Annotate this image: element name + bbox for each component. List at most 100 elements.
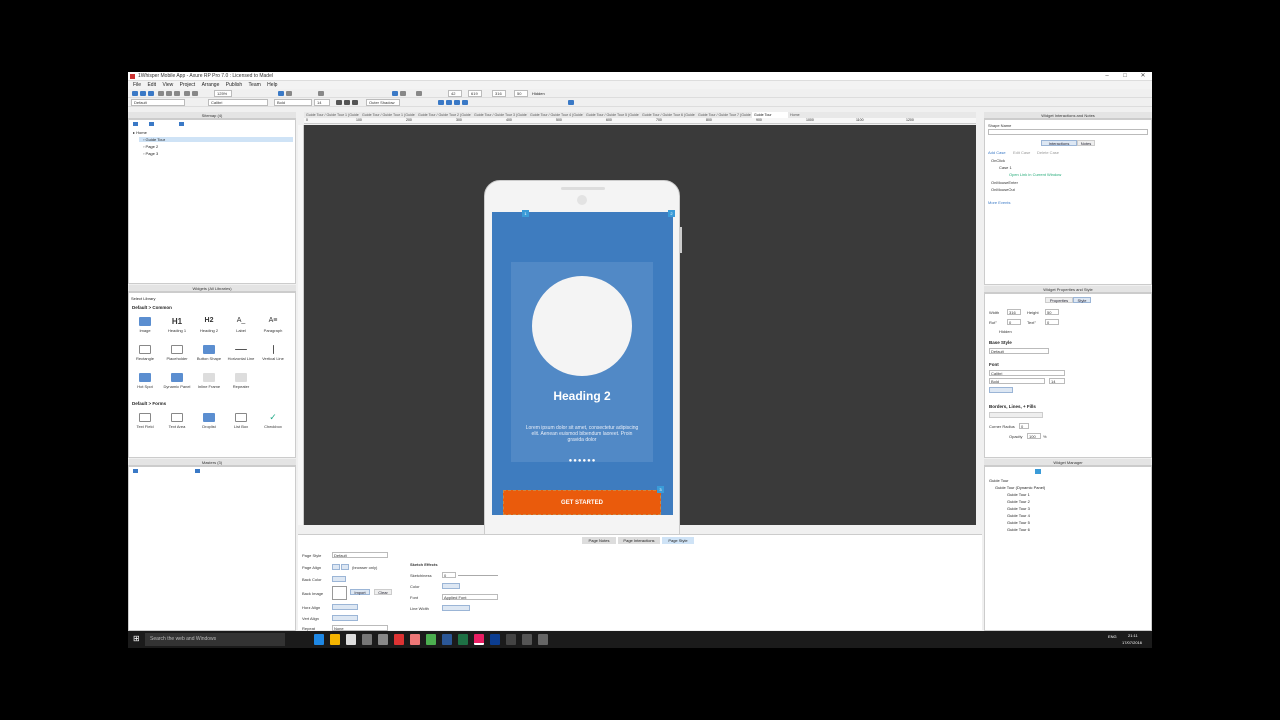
redo-icon[interactable]: [192, 91, 198, 96]
weight-select[interactable]: Bold: [274, 99, 312, 106]
paste-icon[interactable]: [174, 91, 180, 96]
back-color-picker[interactable]: [332, 576, 346, 582]
distribute-icon[interactable]: [462, 100, 468, 105]
widget-image[interactable]: Image: [129, 315, 161, 339]
clear-button[interactable]: Clear: [374, 589, 392, 595]
menu-project[interactable]: Project: [180, 81, 196, 89]
color-toggle[interactable]: [442, 583, 460, 589]
sketchiness-field[interactable]: 0: [442, 572, 456, 578]
app-icon[interactable]: [506, 634, 516, 645]
language-indicator[interactable]: ENG: [1108, 634, 1117, 639]
widget-text-area[interactable]: Text Area: [161, 411, 193, 435]
tab-page-interactions[interactable]: Page Interactions: [618, 537, 660, 544]
base-style-select[interactable]: Default: [989, 348, 1049, 354]
new-icon[interactable]: [132, 91, 138, 96]
italic-icon[interactable]: [344, 100, 350, 105]
tab-interactions[interactable]: Interactions: [1041, 140, 1077, 146]
menu-help[interactable]: Help: [267, 81, 277, 89]
height-field[interactable]: 50: [1045, 309, 1059, 315]
widget-text-field[interactable]: Text Field: [129, 411, 161, 435]
edit-case-link[interactable]: Edit Case: [1013, 150, 1030, 155]
event-onclick[interactable]: OnClick: [991, 158, 1005, 163]
app-icon[interactable]: [538, 634, 548, 645]
event-onmouseenter[interactable]: OnMouseEnter: [991, 180, 1018, 185]
widget-heading1[interactable]: H1 Heading 1: [161, 315, 193, 339]
line-width-buttons[interactable]: [442, 605, 470, 611]
widget-placeholder[interactable]: Placeholder: [161, 343, 193, 367]
widget-checkbox[interactable]: ✓ Checkbox: [257, 411, 289, 435]
clock-date[interactable]: 17/07/2016: [1122, 640, 1142, 645]
case-1[interactable]: Case 1: [999, 165, 1012, 170]
rotation-field[interactable]: 0: [1007, 319, 1021, 325]
lock-icon[interactable]: [568, 100, 574, 105]
store-icon[interactable]: [346, 634, 356, 645]
axure-icon[interactable]: [474, 634, 484, 645]
import-button[interactable]: Import: [350, 589, 370, 595]
edge-icon[interactable]: [314, 634, 324, 645]
hidden-checkbox[interactable]: Hidden: [999, 329, 1012, 334]
font-select[interactable]: Calibri: [989, 370, 1065, 376]
delete-case-link[interactable]: Delete Case: [1037, 150, 1059, 155]
underline-icon[interactable]: [352, 100, 358, 105]
size-select[interactable]: 14: [314, 99, 330, 106]
manager-item-state[interactable]: Guide Tour 5: [1007, 520, 1030, 525]
tab-style[interactable]: Style: [1073, 297, 1091, 303]
menu-arrange[interactable]: Arrange: [202, 81, 220, 89]
add-master-icon[interactable]: [133, 469, 138, 473]
group-icon[interactable]: [318, 91, 324, 96]
close-button[interactable]: ✕: [1134, 72, 1152, 81]
save-icon[interactable]: [148, 91, 154, 96]
filter-icon[interactable]: [1035, 469, 1041, 474]
widget-paragraph[interactable]: A≡ Paragraph: [257, 315, 289, 339]
excel-icon[interactable]: [458, 634, 468, 645]
connector-icon[interactable]: [286, 91, 292, 96]
widget-dynamic-panel[interactable]: Dynamic Panel: [161, 371, 193, 395]
size-select[interactable]: 14: [1049, 378, 1065, 384]
align-center-button[interactable]: [341, 564, 349, 570]
copy-icon[interactable]: [166, 91, 172, 96]
widget-label[interactable]: A_ Label: [225, 315, 257, 339]
search-icon[interactable]: [179, 122, 184, 126]
sketchiness-slider[interactable]: [458, 575, 498, 576]
minimize-button[interactable]: –: [1098, 72, 1116, 81]
horz-align-buttons[interactable]: [332, 604, 358, 610]
align-center-icon[interactable]: [446, 100, 452, 105]
menu-file[interactable]: File: [133, 81, 141, 89]
x-field[interactable]: 42: [448, 90, 462, 97]
manager-item-state[interactable]: Guide Tour 6: [1007, 527, 1030, 532]
menu-publish[interactable]: Publish: [226, 81, 242, 89]
manager-item-state[interactable]: Guide Tour 3: [1007, 506, 1030, 511]
chrome-icon[interactable]: [426, 634, 436, 645]
maximize-button[interactable]: □: [1116, 72, 1134, 81]
corner-radius-field[interactable]: 0: [1019, 423, 1029, 429]
add-page-icon[interactable]: [133, 122, 138, 126]
sketch-font-select[interactable]: Applied Font: [442, 594, 498, 600]
align-left-icon[interactable]: [438, 100, 444, 105]
zoom-select[interactable]: 125%: [214, 90, 232, 97]
app-icon[interactable]: [362, 634, 372, 645]
open-icon[interactable]: [140, 91, 146, 96]
sitemap-item[interactable]: ▫ Page 2: [143, 144, 158, 149]
widget-hot-spot[interactable]: Hot Spot: [129, 371, 161, 395]
widget-button-shape[interactable]: Button Shape: [193, 343, 225, 367]
manager-item-state[interactable]: Guide Tour 4: [1007, 513, 1030, 518]
border-style-buttons[interactable]: [989, 412, 1043, 418]
pagination-dots[interactable]: ●●●●●●: [492, 458, 673, 464]
align-left-button[interactable]: [332, 564, 340, 570]
widget-inline-frame[interactable]: Inline Frame: [193, 371, 225, 395]
photoshop-icon[interactable]: [490, 634, 500, 645]
design-canvas[interactable]: 1 2 Heading 2 Lorem ipsum dolor sit amet…: [304, 125, 976, 560]
manager-item-state[interactable]: Guide Tour 2: [1007, 499, 1030, 504]
word-icon[interactable]: [442, 634, 452, 645]
width-field[interactable]: 316: [1007, 309, 1021, 315]
widget-horizontal-line[interactable]: Horizontal Line: [225, 343, 257, 367]
manager-item-panel[interactable]: Guide Tour (Dynamic Panel): [995, 485, 1045, 490]
sitemap-item[interactable]: ▫ Page 3: [143, 151, 158, 156]
file-explorer-icon[interactable]: [330, 634, 340, 645]
sitemap-item[interactable]: ▸ Home: [133, 130, 147, 135]
manager-item-root[interactable]: Guide Tour: [989, 478, 1009, 483]
taskbar-search[interactable]: Search the web and Windows: [145, 633, 285, 646]
tab-page-style[interactable]: Page Style: [662, 537, 694, 544]
event-onmouseout[interactable]: OnMouseOut: [991, 187, 1015, 192]
fill-color-icon[interactable]: [392, 91, 398, 96]
